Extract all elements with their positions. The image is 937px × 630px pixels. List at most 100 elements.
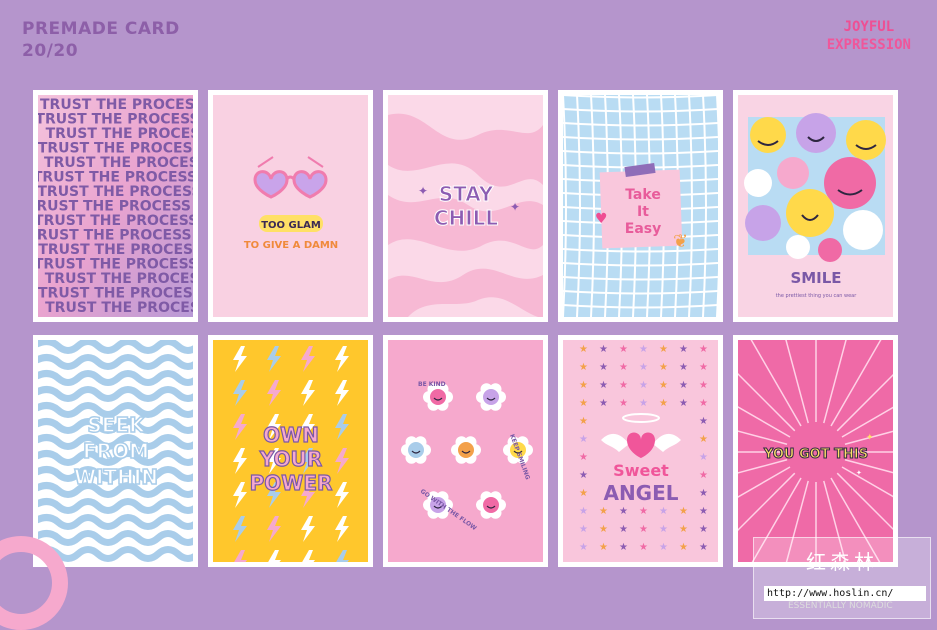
- sparkle-icon: ✦: [418, 184, 428, 198]
- card-text-3: WITHIN: [74, 465, 158, 489]
- star-icon: ★: [659, 362, 668, 373]
- star-icon: ★: [579, 344, 588, 355]
- star-icon: ★: [699, 542, 708, 553]
- star-icon: ★: [579, 416, 588, 427]
- star-icon: ★: [699, 380, 708, 391]
- card-art: Take It Easy ♥ ❦: [563, 95, 718, 317]
- flower-smiley-icon: [430, 389, 446, 405]
- card-text-1: YOU GOT THIS: [763, 447, 868, 462]
- card-art: BE KIND KEEP SMILING GO WITH THE FLOW: [388, 340, 543, 562]
- card-text-3: Easy: [625, 221, 661, 237]
- card-trust-the-process[interactable]: TRUST THE PROCESS TRUST THE PROCESSTRUST…: [33, 90, 198, 322]
- star-icon: ★: [599, 398, 608, 409]
- star-icon: ★: [679, 344, 688, 355]
- watermark-sub: ESSENTIALLY NOMADIC: [788, 601, 893, 611]
- star-icon: ★: [619, 524, 628, 535]
- star-icon: ★: [619, 362, 628, 373]
- card-art: YOU GOT THIS ✦ ✦: [738, 340, 893, 562]
- card-text-2: It: [637, 204, 649, 220]
- title-line-2: 20/20: [22, 41, 79, 61]
- flower-smiley-icon: [483, 389, 499, 405]
- card-title: SMILE: [790, 269, 841, 287]
- star-icon: ★: [639, 524, 648, 535]
- star-icon: ★: [599, 380, 608, 391]
- card-art: STAY CHILL ✦ ✦: [388, 95, 543, 317]
- watermark-url: http://www.hoslin.cn/: [764, 586, 926, 601]
- star-icon: ★: [579, 434, 588, 445]
- card-text-1: BE KIND: [418, 381, 446, 388]
- heart-icon: ♥: [595, 211, 608, 227]
- star-icon: ★: [619, 398, 628, 409]
- card-stay-chill[interactable]: STAY CHILL ✦ ✦: [383, 90, 548, 322]
- card-you-got-this[interactable]: YOU GOT THIS ✦ ✦: [733, 335, 898, 567]
- star-icon: ★: [579, 398, 588, 409]
- star-icon: ★: [699, 362, 708, 373]
- repeated-text: TRUST THE PROCESS TRUST THE PROCESS: [45, 300, 193, 316]
- page-title: PREMADE CARD 20/20: [22, 18, 180, 62]
- card-seek-from-within[interactable]: SEEK FROM WITHIN: [33, 335, 198, 567]
- star-icon: ★: [699, 434, 708, 445]
- card-flower-smileys[interactable]: BE KIND KEEP SMILING GO WITH THE FLOW: [383, 335, 548, 567]
- card-art: OWN YOUR POWER: [213, 340, 368, 562]
- star-icon: ★: [599, 524, 608, 535]
- card-text-1: SEEK: [87, 413, 146, 437]
- star-icon: ★: [659, 542, 668, 553]
- star-icon: ★: [679, 506, 688, 517]
- card-text-1: OWN: [263, 423, 319, 447]
- star-icon: ★: [639, 398, 648, 409]
- star-icon: ★: [639, 344, 648, 355]
- card-subtitle: the prettiest thing you can wear: [776, 293, 858, 299]
- star-icon: ★: [699, 416, 708, 427]
- star-icon: ★: [579, 488, 588, 499]
- star-icon: ★: [619, 542, 628, 553]
- star-icon: ★: [659, 524, 668, 535]
- star-icon: ★: [579, 362, 588, 373]
- star-icon: ★: [699, 398, 708, 409]
- card-text-1: Take: [625, 187, 661, 203]
- card-text-1: STAY: [439, 182, 494, 206]
- sparkle-icon: ✦: [510, 200, 520, 214]
- star-icon: ★: [659, 398, 668, 409]
- star-icon: ★: [699, 470, 708, 481]
- star-icon: ★: [699, 488, 708, 499]
- card-own-your-power[interactable]: OWN YOUR POWER: [208, 335, 373, 567]
- card-take-it-easy[interactable]: Take It Easy ♥ ❦: [558, 90, 723, 322]
- card-art: ★ ★ ★ ★ ★ ★ ★ ★ ★ ★ ★ ★ ★ ★ ★ ★ ★ ★ ★ ★ ★ ★ ★ ★ ★ ★ ★ ★ ★ ★ ★ ★ ★ ★ ★ ★ ★ ★ ★ ★…: [563, 340, 718, 562]
- star-icon: ★: [679, 542, 688, 553]
- star-icon: ★: [699, 452, 708, 463]
- star-icon: ★: [579, 452, 588, 463]
- sparkle-icon: ✦: [856, 469, 862, 477]
- watermark-cn: 红森林: [806, 550, 878, 574]
- star-icon: ★: [579, 506, 588, 517]
- star-icon: ★: [699, 344, 708, 355]
- star-icon: ★: [579, 524, 588, 535]
- brand-line-1: JOYFUL: [843, 19, 895, 35]
- star-icon: ★: [599, 506, 608, 517]
- card-smile[interactable]: SMILE the prettiest thing you can wear: [733, 90, 898, 322]
- star-icon: ★: [659, 344, 668, 355]
- card-text-2: TO GIVE A DAMN: [244, 240, 338, 251]
- star-icon: ★: [639, 362, 648, 373]
- brand-logo: JOYFUL EXPRESSION: [827, 18, 911, 54]
- card-text-2: FROM: [83, 439, 149, 463]
- star-icon: ★: [639, 380, 648, 391]
- title-line-1: PREMADE CARD: [22, 19, 180, 39]
- star-icon: ★: [599, 542, 608, 553]
- card-too-glam[interactable]: TOO GLAM TO GIVE A DAMN: [208, 90, 373, 322]
- star-icon: ★: [679, 524, 688, 535]
- card-art: TRUST THE PROCESS TRUST THE PROCESSTRUST…: [38, 95, 193, 317]
- watermark: 红森林 http://www.hoslin.cn/ ESSENTIALLY NO…: [753, 537, 931, 619]
- sparkle-icon: ✦: [866, 433, 874, 443]
- card-sweet-angel[interactable]: ★ ★ ★ ★ ★ ★ ★ ★ ★ ★ ★ ★ ★ ★ ★ ★ ★ ★ ★ ★ ★ ★ ★ ★ ★ ★ ★ ★ ★ ★ ★ ★ ★ ★ ★ ★ ★ ★ ★ ★…: [558, 335, 723, 567]
- card-art: SEEK FROM WITHIN: [38, 340, 193, 562]
- star-icon: ★: [639, 542, 648, 553]
- brand-line-2: EXPRESSION: [826, 37, 911, 53]
- star-icon: ★: [699, 506, 708, 517]
- star-icon: ★: [659, 506, 668, 517]
- flower-smiley-icon: [483, 497, 499, 513]
- flower-smiley-icon: [408, 442, 424, 458]
- star-icon: ★: [579, 470, 588, 481]
- star-icon: ★: [599, 362, 608, 373]
- card-text-1: TOO GLAM: [261, 220, 321, 231]
- star-icon: ★: [579, 380, 588, 391]
